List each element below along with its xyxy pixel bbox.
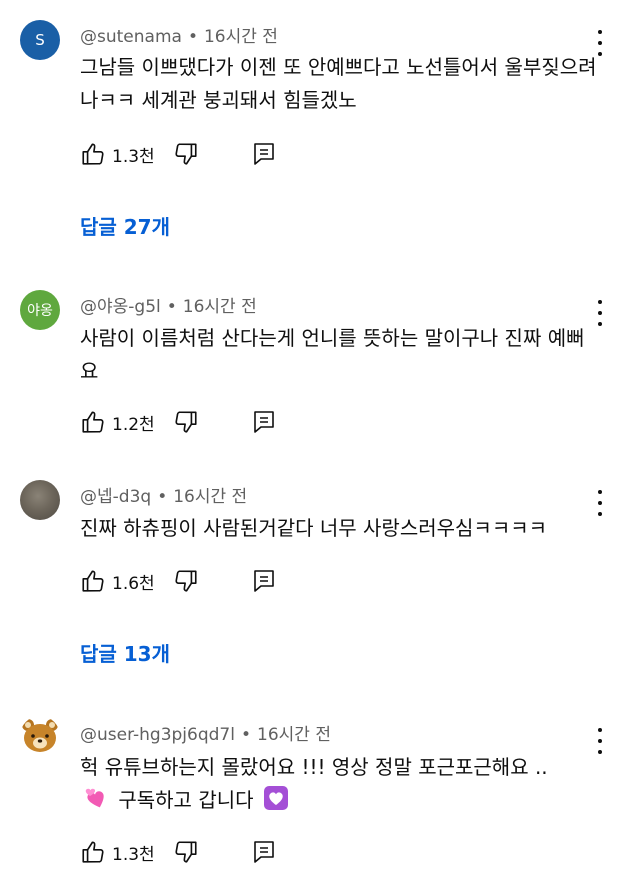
thumbs-up-icon[interactable] bbox=[80, 839, 106, 865]
comment-author[interactable]: @야옹-g5l bbox=[80, 297, 161, 317]
avatar-letter: 야옹 bbox=[27, 303, 53, 319]
meta-separator: • bbox=[240, 725, 251, 745]
like-count: 1.3천 bbox=[112, 146, 155, 167]
comment-meta: @야옹-g5l • 16시간 전 bbox=[80, 292, 257, 317]
meta-separator: • bbox=[166, 297, 177, 317]
comment-text-line: 구독하고 갑니다 bbox=[80, 784, 600, 821]
avatar[interactable]: S bbox=[20, 20, 60, 60]
thumbs-down-icon[interactable] bbox=[173, 839, 199, 865]
thumbs-down-icon[interactable] bbox=[173, 568, 199, 594]
comment-author[interactable]: @넵-d3q bbox=[80, 487, 151, 507]
comment-actions: 1.2천 bbox=[80, 407, 277, 437]
reply-icon[interactable] bbox=[251, 409, 277, 435]
comment-text: 그남들 이쁘댔다가 이젠 또 안예쁘다고 노선틀어서 울부짖으려나ㅋㅋ 세계관 … bbox=[80, 55, 597, 112]
comment-time[interactable]: 16시간 전 bbox=[204, 27, 278, 47]
comment-time[interactable]: 16시간 전 bbox=[257, 725, 331, 745]
comment-text-segment: 구독하고 갑니다 bbox=[118, 788, 254, 812]
avatar-letter: S bbox=[35, 31, 45, 49]
meta-separator: • bbox=[187, 27, 198, 47]
photo-avatar[interactable] bbox=[20, 480, 60, 520]
thumbs-down-icon[interactable] bbox=[173, 409, 199, 435]
comment-actions: 1.3천 bbox=[80, 837, 277, 867]
avatar[interactable]: 야옹 bbox=[20, 290, 60, 330]
comment-meta: @sutenama • 16시간 전 bbox=[80, 22, 278, 47]
reply-icon[interactable] bbox=[251, 141, 277, 167]
like-count: 1.6천 bbox=[112, 573, 155, 594]
comment-time[interactable]: 16시간 전 bbox=[173, 487, 247, 507]
comment-text-line: 헉 유튜브하는지 몰랐어요 !!! 영상 정말 포근포근해요 .. bbox=[80, 755, 548, 779]
comment-meta: @넵-d3q • 16시간 전 bbox=[80, 482, 247, 507]
comment-meta: @user-hg3pj6qd7l • 16시간 전 bbox=[80, 720, 331, 745]
bear-avatar[interactable] bbox=[20, 716, 60, 756]
comment-text: 헉 유튜브하는지 몰랐어요 !!! 영상 정말 포근포근해요 .. 구독하고 갑… bbox=[80, 751, 600, 821]
thumbs-up-icon[interactable] bbox=[80, 141, 106, 167]
reply-icon[interactable] bbox=[251, 839, 277, 865]
comment-author[interactable]: @sutenama bbox=[80, 27, 182, 47]
heart-decoration-emoji bbox=[263, 785, 289, 821]
reply-icon[interactable] bbox=[251, 568, 277, 594]
thumbs-up-icon[interactable] bbox=[80, 409, 106, 435]
comment-author[interactable]: @user-hg3pj6qd7l bbox=[80, 725, 235, 745]
meta-separator: • bbox=[157, 487, 168, 507]
thumbs-up-icon[interactable] bbox=[80, 568, 106, 594]
comment-text: 사람이 이름처럼 산다는게 언니를 뜻하는 말이구나 진짜 예뻐요 bbox=[80, 326, 585, 383]
like-count: 1.2천 bbox=[112, 414, 155, 435]
revolving-hearts-emoji bbox=[83, 787, 109, 821]
view-replies-button[interactable]: 답글 13개 bbox=[80, 638, 170, 667]
comment-time[interactable]: 16시간 전 bbox=[183, 297, 257, 317]
comment-actions: 1.3천 bbox=[80, 139, 277, 169]
comment-actions: 1.6천 bbox=[80, 566, 277, 596]
comment-text: 진짜 하츄핑이 사람된거같다 너무 사랑스러우심ㅋㅋㅋㅋ bbox=[80, 516, 548, 540]
view-replies-button[interactable]: 답글 27개 bbox=[80, 211, 170, 240]
thumbs-down-icon[interactable] bbox=[173, 141, 199, 167]
like-count: 1.3천 bbox=[112, 844, 155, 865]
